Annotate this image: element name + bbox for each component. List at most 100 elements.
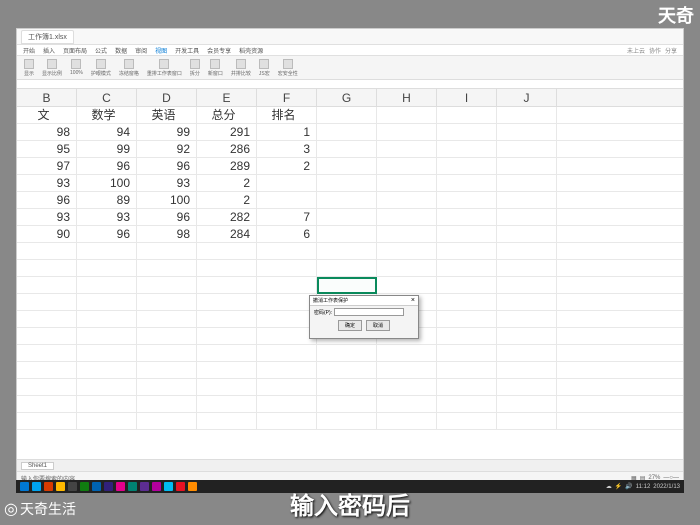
cell[interactable]: 98 [17,124,77,140]
cell[interactable] [437,345,497,361]
cell[interactable]: 99 [77,141,137,157]
menu-item[interactable]: 审阅 [135,46,147,55]
cell[interactable] [497,277,557,293]
cell[interactable] [197,277,257,293]
taskbar-icon[interactable] [140,482,149,491]
cell[interactable] [437,260,497,276]
cell[interactable] [257,260,317,276]
cell[interactable] [497,345,557,361]
cell[interactable] [437,311,497,327]
column-header[interactable]: D [137,89,197,106]
cell[interactable] [257,311,317,327]
cell[interactable] [317,107,377,123]
cell[interactable] [17,277,77,293]
clock-time[interactable]: 11:12 [636,484,651,490]
column-header[interactable]: I [437,89,497,106]
cell[interactable] [77,294,137,310]
cell[interactable] [197,345,257,361]
cell[interactable] [317,362,377,378]
cell[interactable] [377,396,437,412]
cell[interactable] [497,158,557,174]
cell[interactable] [317,192,377,208]
start-icon[interactable] [20,482,29,491]
cell[interactable] [257,413,317,429]
cell[interactable]: 96 [137,209,197,225]
ribbon-button[interactable]: 拆分 [187,59,203,77]
cell[interactable] [377,226,437,242]
cell[interactable] [377,107,437,123]
taskbar-icon[interactable] [92,482,101,491]
cell[interactable] [497,107,557,123]
cell[interactable]: 286 [197,141,257,157]
cell[interactable]: 93 [17,175,77,191]
cell[interactable] [77,413,137,429]
cell[interactable]: 284 [197,226,257,242]
cell[interactable] [317,379,377,395]
cell[interactable]: 数学 [77,107,137,123]
ribbon-button[interactable]: 显示 [21,59,37,77]
ribbon-button[interactable]: 100% [67,59,86,76]
cell[interactable] [437,277,497,293]
cell[interactable] [137,260,197,276]
ribbon-button[interactable]: 冻结窗格 [116,59,142,77]
cell[interactable] [257,328,317,344]
cell[interactable] [197,311,257,327]
cell-grid[interactable]: BCDEFGHIJ 文数学英语总分排名989499291195999228639… [17,89,683,459]
cell[interactable]: 100 [137,192,197,208]
cell[interactable] [377,277,437,293]
cell[interactable] [17,413,77,429]
cell[interactable] [437,226,497,242]
menu-item[interactable]: 开发工具 [175,46,199,55]
cell[interactable]: 7 [257,209,317,225]
cell[interactable] [377,243,437,259]
cell[interactable]: 89 [77,192,137,208]
ribbon-button[interactable]: 重排工作表窗口 [144,59,185,77]
cell[interactable] [137,328,197,344]
cell[interactable] [17,379,77,395]
cell[interactable] [257,362,317,378]
share-button[interactable]: 分享 [665,46,677,55]
cell[interactable] [197,413,257,429]
cell[interactable] [437,175,497,191]
cell[interactable] [377,413,437,429]
ribbon-button[interactable]: 宏安全性 [275,59,301,77]
password-input[interactable] [334,308,404,316]
cell[interactable] [497,226,557,242]
cell[interactable] [257,345,317,361]
taskbar-icon[interactable] [188,482,197,491]
cell[interactable] [317,396,377,412]
cell[interactable] [17,345,77,361]
cell[interactable] [197,260,257,276]
taskbar-icon[interactable] [116,482,125,491]
cell[interactable] [17,311,77,327]
cell[interactable] [137,243,197,259]
cell[interactable]: 93 [17,209,77,225]
menu-item[interactable]: 稻壳资源 [239,46,263,55]
column-header[interactable]: F [257,89,317,106]
cell[interactable] [437,158,497,174]
sheet-tab[interactable]: Sheet1 [21,462,54,470]
cell[interactable] [497,413,557,429]
cloud-status[interactable]: 未上云 [627,46,645,55]
cell[interactable] [317,243,377,259]
cell[interactable]: 2 [197,175,257,191]
cell[interactable] [437,396,497,412]
cell[interactable] [197,379,257,395]
cell[interactable] [17,362,77,378]
cell[interactable] [77,277,137,293]
cell[interactable]: 282 [197,209,257,225]
cell[interactable]: 289 [197,158,257,174]
cell[interactable] [197,243,257,259]
column-header[interactable]: C [77,89,137,106]
cell[interactable] [17,243,77,259]
cell[interactable] [377,379,437,395]
document-tab[interactable]: 工作簿1.xlsx [21,30,74,44]
cell[interactable] [377,158,437,174]
cell[interactable] [377,192,437,208]
clock-date[interactable]: 2022/1/13 [653,484,680,490]
cell[interactable]: 93 [137,175,197,191]
tray-icon[interactable]: ⚡ [615,483,622,490]
cell[interactable]: 291 [197,124,257,140]
cell[interactable]: 2 [257,158,317,174]
taskbar-icon[interactable] [32,482,41,491]
